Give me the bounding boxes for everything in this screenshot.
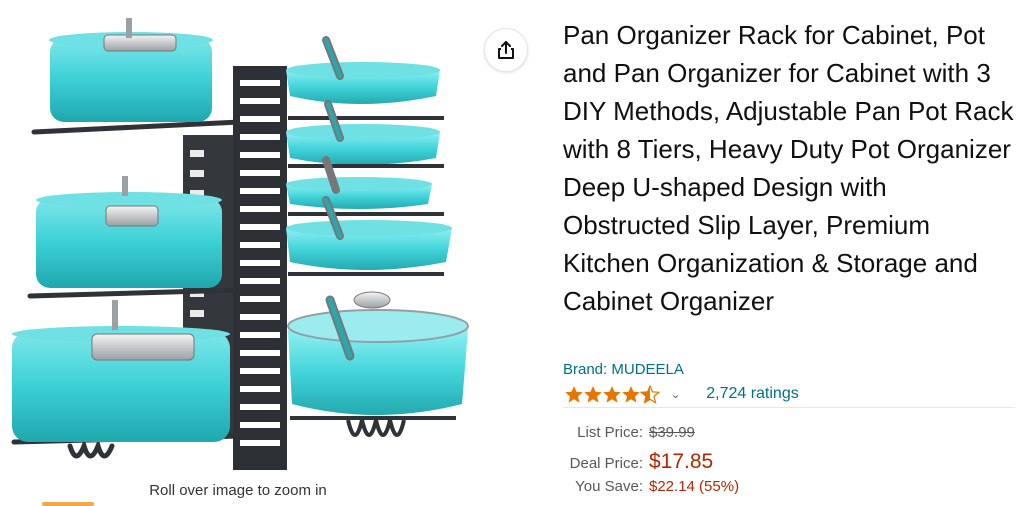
deal-price-row: Deal Price: $17.85	[563, 450, 714, 476]
ratings-count-link[interactable]: 2,724 ratings	[706, 385, 799, 403]
product-main-image[interactable]	[0, 0, 476, 480]
zoom-hint-text: Roll over image to zoom in	[149, 482, 327, 499]
share-icon	[498, 41, 514, 59]
active-thumbnail-indicator	[42, 502, 94, 506]
savings-label: You Save:	[575, 478, 643, 495]
deal-price-value: $17.85	[649, 450, 714, 473]
share-button[interactable]	[484, 28, 528, 72]
savings-row: You Save: $22.14 (55%)	[563, 478, 739, 504]
brand-link[interactable]: Brand: MUDEELA	[563, 361, 684, 378]
pan-organizer-illustration	[11, 18, 469, 470]
stars-icon	[565, 385, 660, 404]
deal-price-label: Deal Price:	[569, 455, 643, 472]
savings-value: $22.14 (55%)	[649, 478, 740, 495]
list-price-value: $39.99	[649, 424, 695, 441]
section-divider	[563, 407, 1015, 408]
list-price-row: List Price: $39.99	[563, 424, 695, 450]
list-price-label: List Price:	[577, 424, 643, 441]
chevron-down-icon[interactable]: ⌄	[671, 388, 680, 401]
star-rating[interactable]	[565, 384, 661, 404]
rating-row: ⌄ 2,724 ratings	[565, 383, 799, 405]
product-title: Pan Organizer Rack for Cabinet, Pot and …	[563, 20, 1014, 316]
